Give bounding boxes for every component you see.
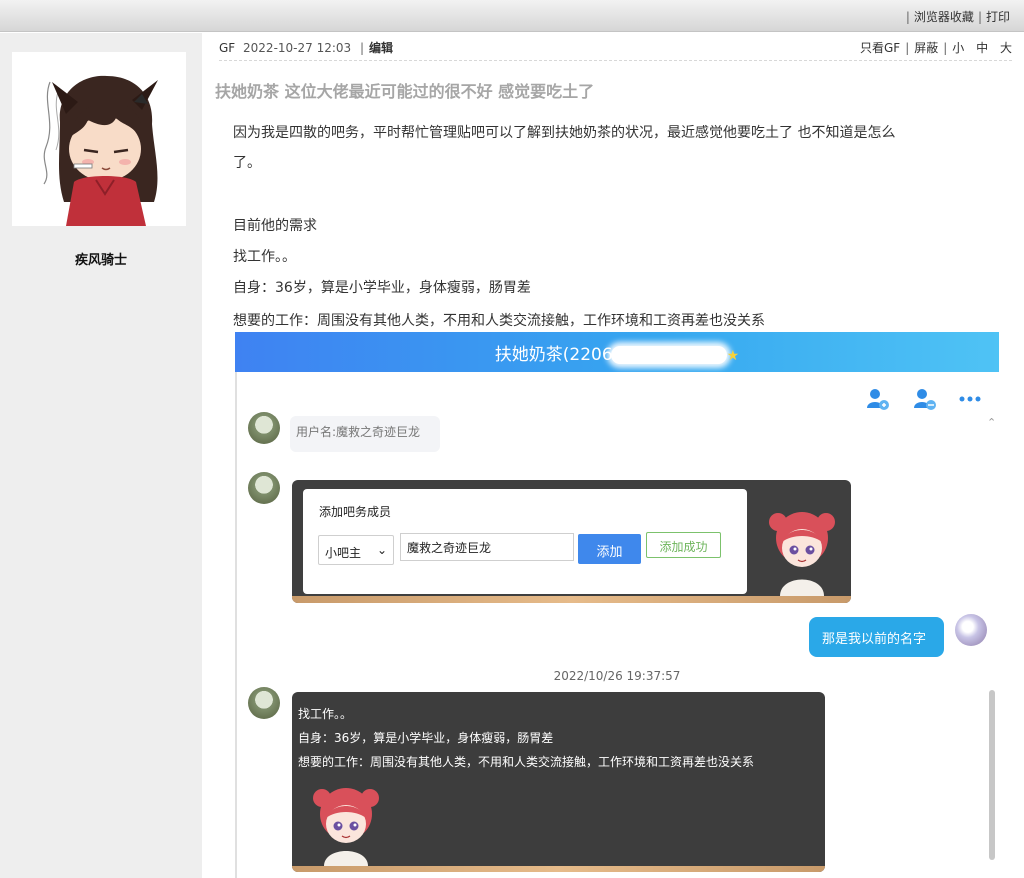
chat-timestamp: 2022/10/26 19:37:57: [553, 669, 681, 683]
author-sidebar: 疾风骑士: [0, 33, 202, 878]
success-badge: 添加成功: [646, 532, 721, 558]
redacted-number: [610, 346, 727, 364]
chat-screenshot: 扶她奶茶(2206 ★ ⌃ 用户名:魔救之奇迹巨龙 添加吧务成员 小吧主 ⌄ 魔救…: [235, 332, 999, 878]
post-time: 2022-10-27 12:03: [243, 41, 352, 55]
block-link[interactable]: 屏蔽: [914, 41, 938, 55]
floor-label: GF: [219, 41, 236, 55]
image-message[interactable]: 找工作。。 自身：36岁，算是小学毕业，身体瘦弱，肠胃差 想要的工作：周围没有其…: [292, 692, 825, 872]
card-bottom-band: [292, 596, 851, 603]
dialog-title: 添加吧务成员: [319, 505, 392, 519]
chevron-down-icon: ⌄: [376, 543, 387, 557]
sender-avatar[interactable]: [248, 472, 280, 504]
add-member-dialog: 添加吧务成员 小吧主 ⌄ 魔救之奇迹巨龙 添加 添加成功: [303, 489, 747, 594]
card-text-line: 找工作。。: [298, 707, 353, 721]
sender-avatar[interactable]: [248, 412, 280, 444]
my-avatar[interactable]: [955, 614, 987, 646]
separator: |: [977, 10, 982, 24]
separator: |: [360, 41, 365, 55]
post-paragraph: 目前他的需求: [233, 218, 317, 234]
post-paragraph: 找工作。。: [233, 249, 296, 265]
card-text-line: 自身：36岁，算是小学毕业，身体瘦弱，肠胃差: [298, 731, 554, 745]
scroll-up-arrow[interactable]: ⌃: [987, 416, 996, 429]
chat-left-edge: [235, 372, 237, 878]
post-paragraph: 想要的工作：周围没有其他人类，不用和人类交流接触，工作环境和工资再差也没关系: [233, 313, 765, 329]
role-select: 小吧主 ⌄: [318, 535, 394, 565]
chat-header: 扶她奶茶(2206 ★: [235, 332, 999, 372]
chat-scrollbar[interactable]: [989, 690, 995, 860]
avatar[interactable]: [12, 52, 186, 226]
role-select-value: 小吧主: [325, 546, 362, 560]
separator: |: [943, 41, 948, 55]
card-bottom-band: [292, 866, 825, 872]
font-small-link[interactable]: 小: [952, 41, 964, 55]
font-large-link[interactable]: 大: [1000, 41, 1012, 55]
image-message[interactable]: 添加吧务成员 小吧主 ⌄ 魔救之奇迹巨龙 添加 添加成功: [292, 480, 851, 603]
font-medium-link[interactable]: 中: [976, 41, 988, 55]
post-meta-left: GF 2022-10-27 12:03 | 编辑: [219, 39, 393, 56]
avatar-image: [12, 52, 186, 226]
chat-header-title: 扶她奶茶(2206: [494, 345, 613, 365]
separator: |: [905, 10, 910, 24]
separator: |: [905, 41, 910, 55]
remove-friend-icon[interactable]: [911, 386, 937, 412]
post-paragraph: 了。: [233, 155, 261, 171]
post-content: GF 2022-10-27 12:03 | 编辑 只看GF | 屏蔽 | 小 中 大 扶她…: [202, 33, 1024, 878]
add-friend-icon[interactable]: [864, 386, 890, 412]
my-message-bubble: 那是我以前的名字: [809, 617, 944, 657]
post-title: 扶她奶茶 这位大佬最近可能过的很不好 感觉要吃土了: [215, 82, 595, 101]
star-icon: ★: [726, 348, 740, 364]
anime-girl-sticker: [769, 512, 835, 596]
more-options-icon[interactable]: [957, 386, 983, 412]
member-name-input: 魔救之奇迹巨龙: [400, 533, 574, 561]
post-meta-bar: GF 2022-10-27 12:03 | 编辑 只看GF | 屏蔽 | 小 中 大: [219, 37, 1012, 61]
card-text-line: 想要的工作：周围没有其他人类，不用和人类交流接触，工作环境和工资再差也没关系: [298, 755, 755, 769]
post-paragraph: 因为我是四散的吧务，平时帮忙管理贴吧可以了解到扶她奶茶的状况，最近感觉他要吃土了…: [233, 125, 896, 141]
author-name[interactable]: 疾风骑士: [0, 249, 202, 268]
post-paragraph: 自身：36岁，算是小学毕业，身体瘦弱，肠胃差: [233, 280, 531, 296]
anime-girl-sticker: [313, 788, 379, 866]
sender-avatar[interactable]: [248, 687, 280, 719]
only-author-link[interactable]: 只看GF: [860, 41, 900, 55]
edit-link[interactable]: 编辑: [369, 41, 393, 55]
post-meta-right: 只看GF | 屏蔽 | 小 中 大: [860, 39, 1012, 56]
print-link[interactable]: 打印: [986, 10, 1010, 24]
message-bubble: 用户名:魔救之奇迹巨龙: [290, 416, 440, 452]
add-button: 添加: [578, 534, 641, 564]
top-toolbar: | 浏览器收藏 | 打印: [0, 0, 1024, 32]
bookmark-link[interactable]: 浏览器收藏: [914, 10, 974, 24]
